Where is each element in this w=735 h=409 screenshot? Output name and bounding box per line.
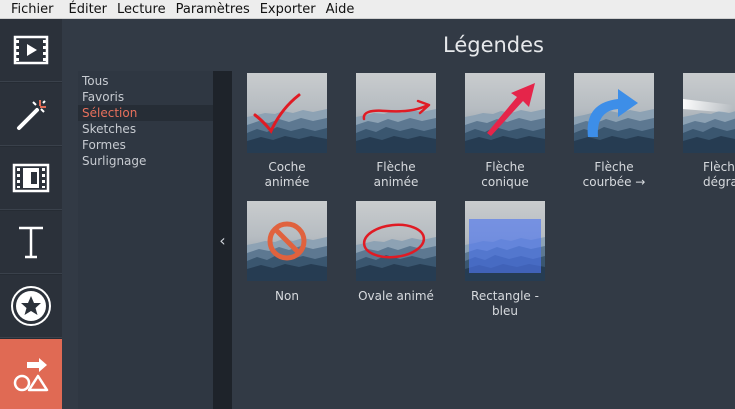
transitions-icon — [12, 163, 50, 193]
label-line: Flèche — [376, 160, 416, 174]
label-line: conique — [481, 175, 529, 189]
chevron-left-icon: ‹ — [219, 230, 226, 250]
callout-label: Flèche courbée → — [560, 160, 668, 190]
callout-thumbnail-rectangle-bleu[interactable] — [465, 201, 545, 281]
video-import-icon — [13, 35, 49, 65]
gradient-arrow-preview-icon — [683, 73, 735, 153]
tapered-arrow-preview-icon — [465, 73, 545, 153]
callout-label: Flèch dégrad — [683, 160, 735, 190]
category-item[interactable]: Sketches — [82, 121, 136, 137]
callout-label: Flèche animée — [342, 160, 450, 190]
category-item[interactable]: Formes — [82, 137, 126, 153]
menu-fichier[interactable]: Fichier — [0, 0, 64, 19]
menu-exporter[interactable]: Exporter — [255, 0, 321, 19]
category-item[interactable]: Tous — [82, 73, 109, 89]
callout-thumbnail-fleche-animee[interactable] — [356, 73, 436, 153]
menu-bar: Fichier Éditer Lecture Paramètres Export… — [0, 0, 735, 19]
side-toolbar — [0, 19, 62, 409]
callout-label: Rectangle - bleu — [451, 289, 559, 319]
label-line: Flèche — [485, 160, 525, 174]
collapse-panel-button[interactable]: ‹ — [213, 71, 232, 409]
no-sign-preview-icon — [247, 201, 327, 281]
callout-thumbnail-non[interactable] — [247, 201, 327, 281]
label-line: courbée → — [582, 175, 646, 189]
sticker-icon — [11, 286, 51, 326]
tool-transitions[interactable] — [0, 147, 62, 210]
label-line: Rectangle - — [471, 289, 539, 303]
label-line: Ovale animé — [358, 289, 434, 303]
checkmark-preview-icon — [247, 73, 327, 153]
label-line: animée — [264, 175, 310, 189]
oval-preview-icon — [356, 201, 436, 281]
label-line: Flèche — [594, 160, 634, 174]
menu-lecture[interactable]: Lecture — [112, 0, 171, 19]
label-line: animée — [373, 175, 419, 189]
swoosh-arrow-preview-icon — [356, 73, 436, 153]
curved-arrow-preview-icon — [574, 73, 654, 153]
page-title: Légendes — [443, 33, 545, 57]
callout-thumbnail-fleche-conique[interactable] — [465, 73, 545, 153]
callout-label: Ovale animé — [342, 289, 450, 304]
callout-thumbnail-fleche-courbee[interactable] — [574, 73, 654, 153]
callout-label: Coche animée — [233, 160, 341, 190]
magic-wand-icon — [17, 100, 46, 130]
menu-aide[interactable]: Aide — [321, 0, 360, 19]
category-item[interactable]: Surlignage — [82, 153, 146, 169]
tool-titles[interactable] — [0, 211, 62, 274]
label-line: dégrad — [703, 175, 735, 189]
callout-thumbnail-fleche-degradee[interactable] — [683, 73, 735, 153]
category-item-selected[interactable]: Sélection — [82, 105, 137, 121]
callout-label: Flèche conique — [451, 160, 559, 190]
callout-thumbnail-coche[interactable] — [247, 73, 327, 153]
callout-label: Non — [233, 289, 341, 304]
tool-callouts[interactable] — [0, 339, 62, 409]
menu-editer[interactable]: Éditer — [64, 0, 113, 19]
label-line: bleu — [492, 304, 518, 318]
callouts-icon — [13, 358, 49, 392]
category-list: Tous Favoris Sélection Sketches Formes S… — [78, 71, 213, 409]
category-item[interactable]: Favoris — [82, 89, 124, 105]
tool-filters[interactable] — [0, 83, 62, 146]
tool-stickers[interactable] — [0, 275, 62, 338]
blue-rectangle-preview-icon — [465, 201, 545, 281]
callout-thumbnail-ovale[interactable] — [356, 201, 436, 281]
text-icon — [19, 226, 43, 259]
menu-parametres[interactable]: Paramètres — [171, 0, 255, 19]
tool-import[interactable] — [0, 19, 62, 82]
label-line: Coche — [268, 160, 306, 174]
label-line: Non — [275, 289, 299, 303]
label-line: Flèch — [703, 160, 735, 174]
